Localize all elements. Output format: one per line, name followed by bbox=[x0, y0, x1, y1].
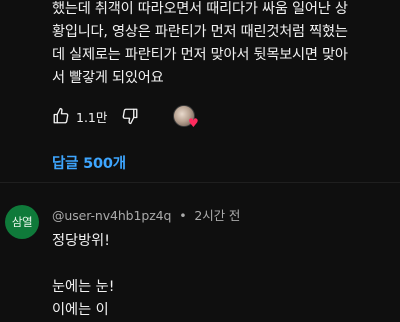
divider bbox=[0, 182, 400, 183]
replies-button[interactable]: 답글 500개 bbox=[52, 152, 126, 173]
comment-line: 서 빨갛게 되있어요 bbox=[52, 70, 164, 86]
separator: • bbox=[179, 208, 187, 223]
creator-heart: ♥ bbox=[173, 105, 199, 129]
avatar[interactable]: 삼열 bbox=[5, 205, 39, 239]
comment-line: 데 실제로는 파란티가 먼저 맞아서 뒷목보시면 맞아 bbox=[52, 47, 348, 63]
comment-text: 했는데 취객이 따라오면서 때리다가 싸움 일어난 상 황입니다, 영상은 파란… bbox=[52, 0, 396, 90]
comment-text: 정당방위! 눈에는 눈! 이에는 이 bbox=[52, 230, 114, 322]
comment-line-partial: 이에는 이 bbox=[52, 302, 109, 318]
comment-line: 눈에는 눈! bbox=[52, 279, 115, 295]
heart-icon: ♥ bbox=[188, 116, 199, 130]
timestamp: 2시간 전 bbox=[194, 208, 241, 223]
thumbs-up-icon[interactable] bbox=[52, 107, 70, 125]
thumbs-down-icon[interactable] bbox=[121, 107, 139, 125]
like-count: 1.1만 bbox=[76, 109, 108, 125]
comment-line: 정당방위! bbox=[52, 233, 110, 249]
author-name[interactable]: @user-nv4hb1pz4q bbox=[52, 208, 171, 223]
comment-line: 황입니다, 영상은 파란티가 먼저 때린것처럼 찍혔는 bbox=[52, 24, 348, 40]
comment-line-blank bbox=[52, 253, 114, 276]
comment-line: 했는데 취객이 따라오면서 때리다가 싸움 일어난 상 bbox=[52, 1, 348, 17]
comment-meta: @user-nv4hb1pz4q • 2시간 전 bbox=[52, 205, 240, 224]
comment-actions: 1.1만 ♥ bbox=[52, 104, 199, 129]
